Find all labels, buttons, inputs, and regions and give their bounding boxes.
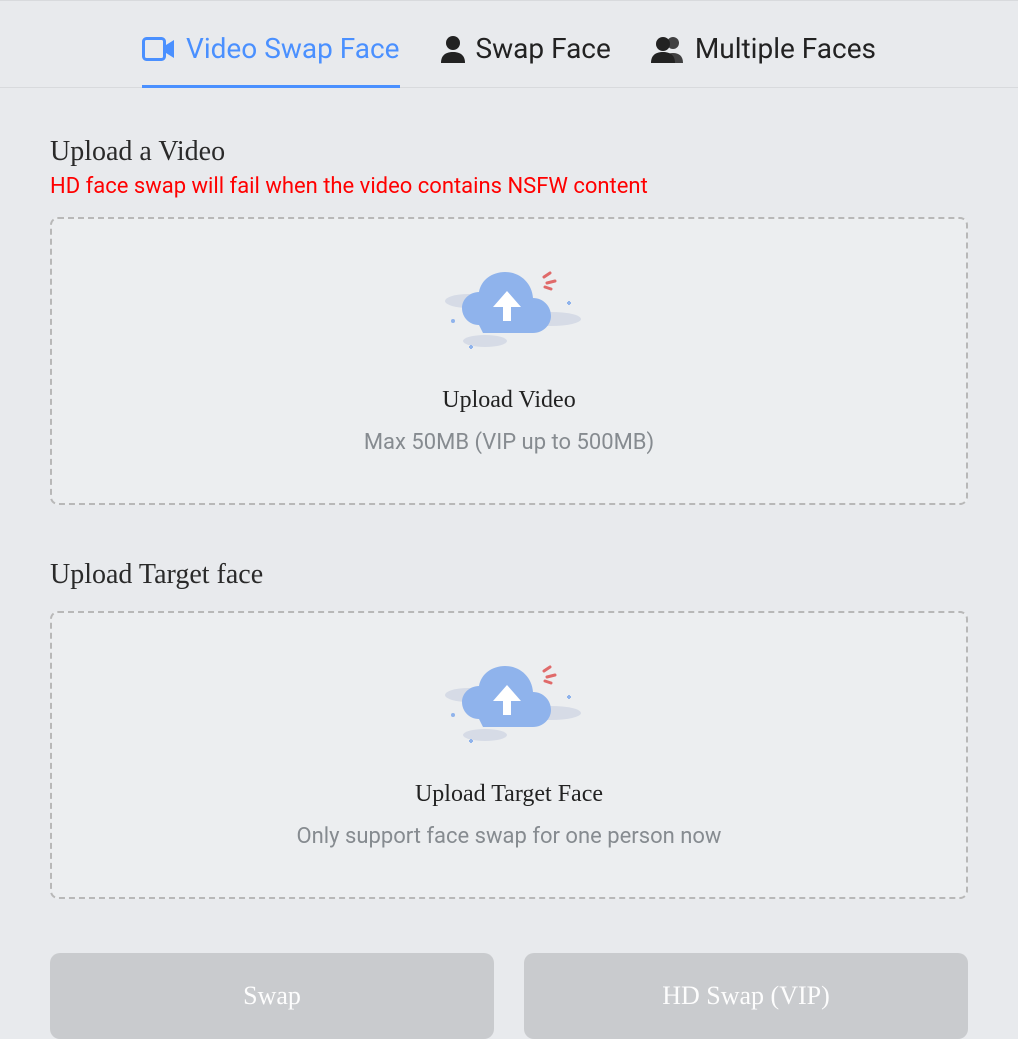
- cloud-upload-icon: [429, 657, 589, 753]
- upload-face-drop-sub: Only support face swap for one person no…: [297, 824, 722, 849]
- cloud-upload-icon: [429, 263, 589, 359]
- upload-face-drop-title: Upload Target Face: [415, 781, 603, 808]
- tab-swap-face[interactable]: Swap Face: [440, 32, 611, 87]
- upload-video-drop-sub: Max 50MB (VIP up to 500MB): [364, 430, 654, 455]
- video-camera-icon: [142, 37, 176, 61]
- tab-multiple-faces[interactable]: Multiple Faces: [651, 32, 876, 87]
- upload-video-title: Upload a Video: [50, 136, 968, 168]
- hd-swap-button[interactable]: HD Swap (VIP): [524, 953, 968, 1039]
- upload-video-dropzone[interactable]: Upload Video Max 50MB (VIP up to 500MB): [50, 217, 968, 505]
- nsfw-warning: HD face swap will fail when the video co…: [50, 174, 968, 199]
- upload-video-drop-title: Upload Video: [442, 387, 575, 414]
- tabs-bar: Video Swap Face Swap Face Multiple Faces: [0, 4, 1018, 88]
- person-icon: [440, 35, 466, 63]
- upload-face-title: Upload Target face: [50, 559, 968, 591]
- swap-button[interactable]: Swap: [50, 953, 494, 1039]
- tab-label: Video Swap Face: [186, 32, 400, 65]
- tab-label: Swap Face: [476, 32, 611, 65]
- tab-label: Multiple Faces: [695, 32, 876, 65]
- tab-video-swap-face[interactable]: Video Swap Face: [142, 32, 400, 87]
- upload-face-dropzone[interactable]: Upload Target Face Only support face swa…: [50, 611, 968, 899]
- people-icon: [651, 35, 685, 63]
